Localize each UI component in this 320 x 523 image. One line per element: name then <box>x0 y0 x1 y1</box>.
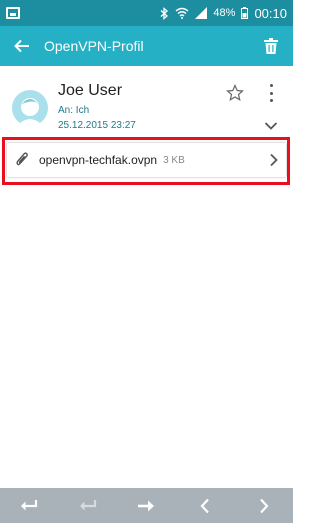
paperclip-icon <box>7 143 37 177</box>
expand-details-button[interactable] <box>264 118 278 130</box>
battery-percentage: 48% <box>213 7 236 19</box>
previous-button[interactable] <box>187 488 223 523</box>
next-button[interactable] <box>246 488 282 523</box>
message-datetime: 25.12.2015 23:27 <box>58 120 136 131</box>
forward-icon <box>138 500 155 511</box>
forward-button[interactable] <box>128 488 164 523</box>
arrow-left-icon <box>14 39 29 53</box>
message-header: Joe User An: Ich 25.12.2015 23:27 <box>0 72 293 136</box>
attachment-filename: openvpn-techfak.ovpn <box>39 153 158 167</box>
reply-button[interactable] <box>11 488 47 523</box>
back-button[interactable] <box>0 26 44 66</box>
attachment-item[interactable]: openvpn-techfak.ovpn 3 KB <box>7 143 286 177</box>
open-attachment-button[interactable] <box>260 153 286 167</box>
sender-name: Joe User <box>58 82 123 99</box>
next-icon <box>259 498 269 513</box>
bottom-action-bar <box>0 488 293 523</box>
star-button[interactable] <box>226 84 244 102</box>
previous-icon <box>200 498 209 513</box>
page-title: OpenVPN-Profil <box>44 38 144 54</box>
trash-icon <box>264 38 278 54</box>
chevron-right-icon <box>269 153 278 167</box>
attachment-size: 3 KB <box>163 154 185 166</box>
gallery-notification-icon <box>6 7 20 19</box>
battery-icon <box>241 7 249 19</box>
reply-icon <box>21 499 38 510</box>
more-options-button[interactable] <box>266 84 276 102</box>
bluetooth-icon <box>160 6 169 20</box>
recipient-label: An: Ich <box>58 105 90 116</box>
signal-icon <box>195 7 208 19</box>
chevron-down-icon <box>264 122 278 130</box>
avatar[interactable] <box>12 90 48 126</box>
reply-all-button[interactable] <box>70 488 106 523</box>
reply-all-icon <box>79 499 96 510</box>
star-outline-icon <box>226 84 244 102</box>
wifi-icon <box>175 7 189 19</box>
clock: 00:10 <box>254 5 287 21</box>
more-vert-icon <box>269 84 273 87</box>
delete-button[interactable] <box>249 26 293 66</box>
status-bar: 48% 00:10 <box>0 0 293 26</box>
app-bar: OpenVPN-Profil <box>0 26 293 66</box>
